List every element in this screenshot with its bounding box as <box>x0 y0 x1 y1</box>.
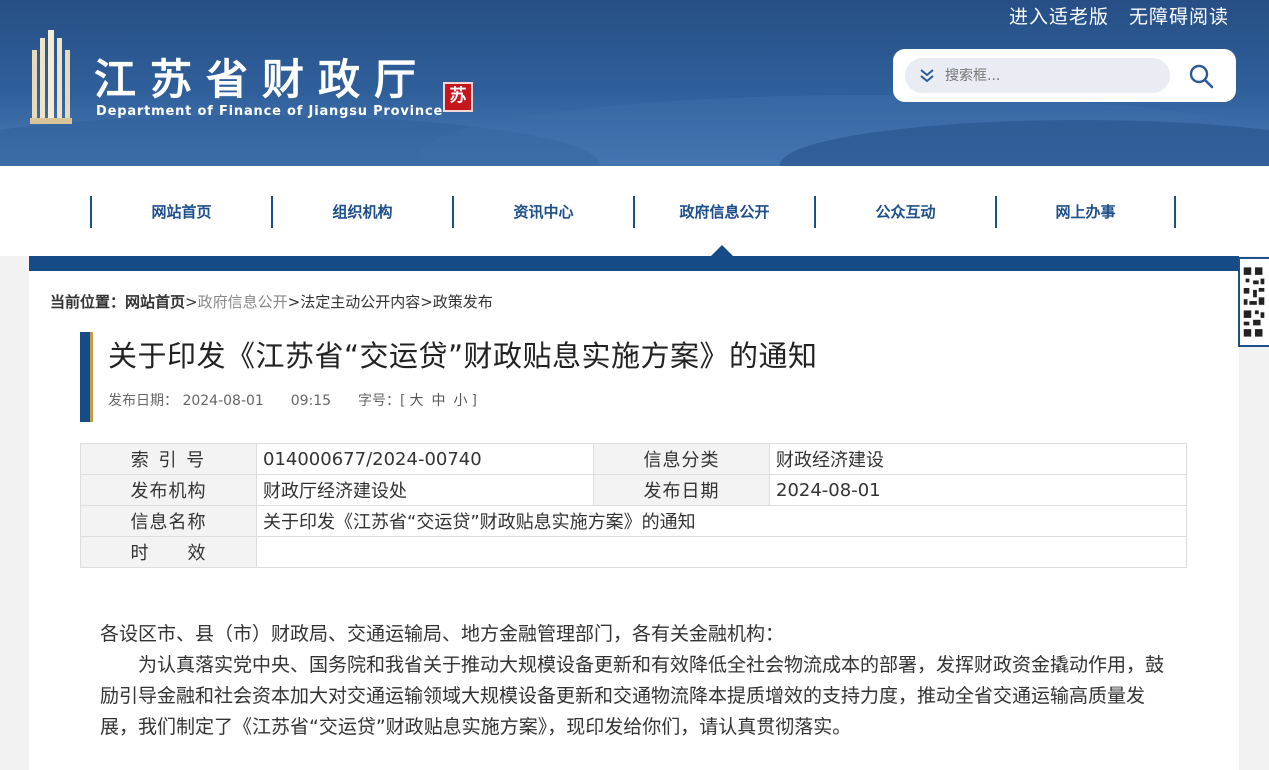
breadcrumb: 当前位置：网站首页>政府信息公开>法定主动公开内容>政策发布 <box>50 291 493 312</box>
qr-code-icon[interactable] <box>1238 257 1269 347</box>
publish-date: 2024-08-01 <box>182 393 264 409</box>
table-row: 索 引 号 014000677/2024-00740 信息分类 财政经济建设 <box>80 443 1187 475</box>
table-row: 时 效 <box>80 536 1187 568</box>
name-value: 关于印发《江苏省“交运贷”财政贴息实施方案》的通知 <box>256 505 1187 537</box>
article-meta: 发布日期： 2024-08-01 09:15 字号：[大中小] <box>108 390 477 410</box>
breadcrumb-home-link[interactable]: 网站首页 <box>125 293 185 311</box>
active-nav-indicator <box>711 245 733 256</box>
search-field-wrapper <box>905 58 1170 93</box>
nav-item-home[interactable]: 网站首页 <box>90 196 271 228</box>
nav-underline-bar <box>29 256 1239 271</box>
article-title: 关于印发《江苏省“交运贷”财政贴息实施方案》的通知 <box>108 339 818 373</box>
breadcrumb-statutory-link[interactable]: >法定主动公开内容 <box>288 293 421 311</box>
site-title: 江苏省财政厅 <box>94 55 431 104</box>
date-value: 2024-08-01 <box>769 474 1187 506</box>
date-label-cell: 发布日期 <box>593 474 770 506</box>
table-row: 信息名称 关于印发《江苏省“交运贷”财政贴息实施方案》的通知 <box>80 505 1187 537</box>
info-table: 索 引 号 014000677/2024-00740 信息分类 财政经济建设 发… <box>80 443 1187 568</box>
article-body: 各设区市、县（市）财政局、交通运输局、地方金融管理部门，各有关金融机构： 为认真… <box>100 619 1180 743</box>
index-label: 索 引 号 <box>80 443 257 475</box>
seal-logo: 苏 <box>443 82 473 112</box>
publish-time: 09:15 <box>290 393 332 409</box>
nav-item-organization[interactable]: 组织机构 <box>271 196 452 228</box>
font-size-medium-link[interactable]: 中 <box>431 393 445 409</box>
top-links: 进入适老版 无障碍阅读 <box>1009 2 1229 29</box>
org-label: 发布机构 <box>80 474 257 506</box>
main-nav: 网站首页 组织机构 资讯中心 政府信息公开 公众互动 网上办事 <box>0 166 1269 256</box>
breadcrumb-separator: > <box>185 293 198 311</box>
category-value: 财政经济建设 <box>769 443 1187 475</box>
title-accent-bar <box>80 332 93 422</box>
chevron-down-icon[interactable] <box>917 65 937 85</box>
category-label: 信息分类 <box>593 443 770 475</box>
nav-item-online-services[interactable]: 网上办事 <box>995 196 1176 228</box>
breadcrumb-info-disclosure-link[interactable]: 政府信息公开 <box>198 293 288 311</box>
table-row: 发布机构 财政厅经济建设处 发布日期 2024-08-01 <box>80 474 1187 506</box>
font-size-label: 字号：[ <box>358 393 406 409</box>
breadcrumb-label: 当前位置： <box>50 293 126 311</box>
accessible-reading-link[interactable]: 无障碍阅读 <box>1129 2 1229 29</box>
logo-building-icon <box>30 30 72 124</box>
font-size-end: ] <box>471 393 477 409</box>
nav-item-info-disclosure[interactable]: 政府信息公开 <box>633 196 814 228</box>
article-content: 当前位置：网站首页>政府信息公开>法定主动公开内容>政策发布 关于印发《江苏省“… <box>29 271 1239 770</box>
font-size-small-link[interactable]: 小 <box>453 393 467 409</box>
search-input[interactable] <box>945 58 1160 93</box>
site-subtitle: Department of Finance of Jiangsu Provinc… <box>96 104 444 119</box>
org-value: 财政厅经济建设处 <box>256 474 594 506</box>
name-label: 信息名称 <box>80 505 257 537</box>
site-header: 进入适老版 无障碍阅读 江苏省财政厅 Department of Finance… <box>0 0 1269 166</box>
salutation: 各设区市、县（市）财政局、交通运输局、地方金融管理部门，各有关金融机构： <box>100 623 785 645</box>
nav-item-news[interactable]: 资讯中心 <box>452 196 633 228</box>
breadcrumb-policy-link[interactable]: >政策发布 <box>420 293 493 311</box>
search-icon[interactable] <box>1188 63 1214 89</box>
body-paragraph: 为认真落实党中央、国务院和我省关于推动大规模设备更新和有效降低全社会物流成本的部… <box>100 654 1165 738</box>
validity-label: 时 效 <box>80 536 257 568</box>
index-value: 014000677/2024-00740 <box>256 443 594 475</box>
nav-item-public-interaction[interactable]: 公众互动 <box>814 196 995 228</box>
search-box <box>893 49 1236 102</box>
date-label: 发布日期： <box>108 393 178 409</box>
validity-value <box>256 536 1187 568</box>
font-size-large-link[interactable]: 大 <box>409 393 423 409</box>
senior-mode-link[interactable]: 进入适老版 <box>1009 2 1109 29</box>
